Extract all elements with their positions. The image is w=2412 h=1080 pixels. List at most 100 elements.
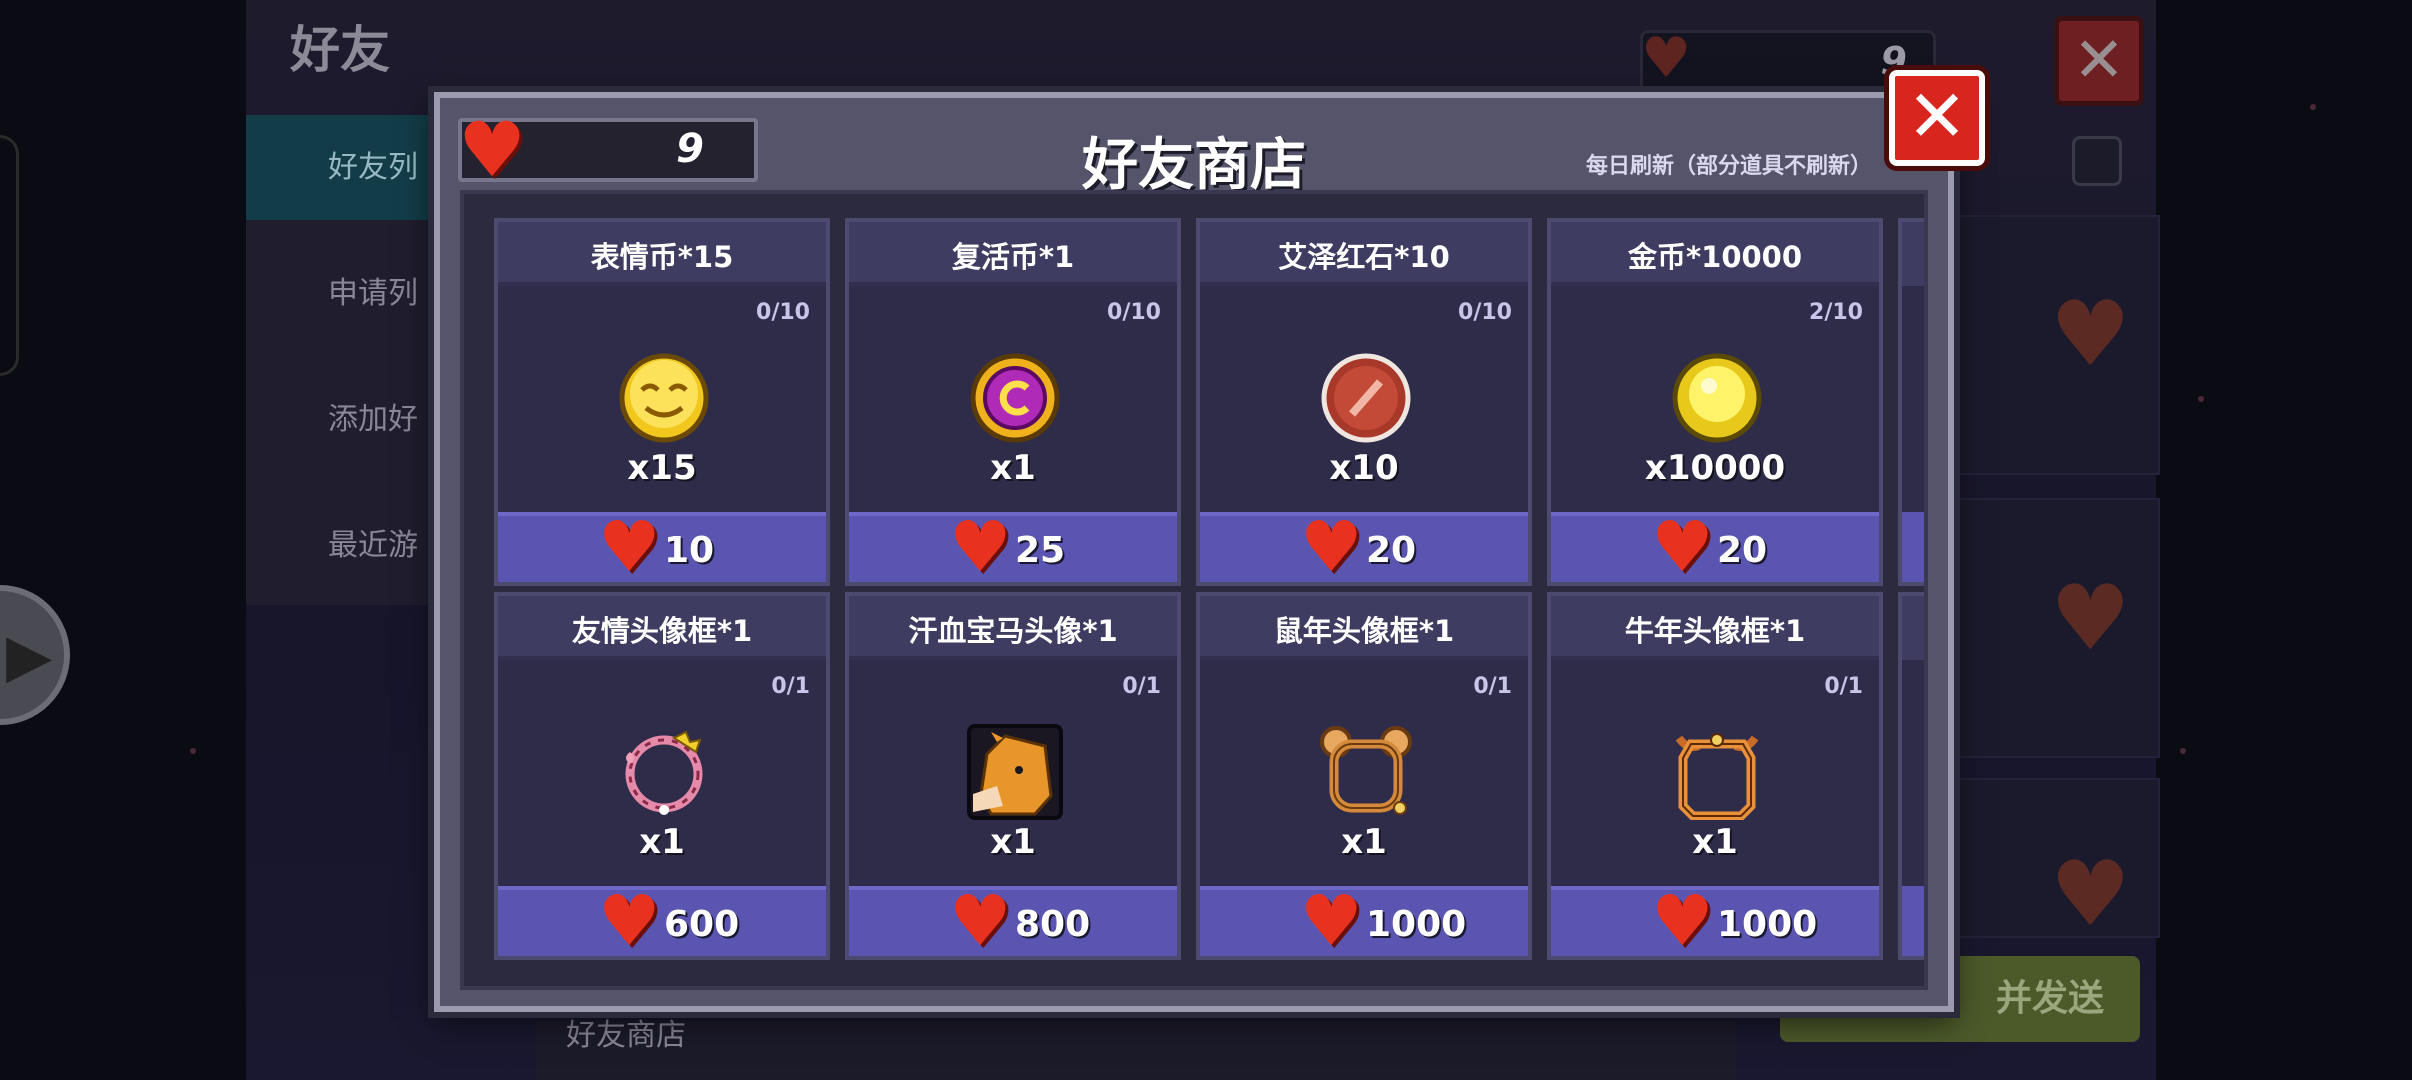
item-quantity: x10 — [1329, 448, 1399, 488]
item-price: 25 — [1015, 530, 1066, 571]
price-bar[interactable]: ♥ 10 — [498, 512, 826, 582]
friends-page-title: 好友 — [290, 21, 390, 79]
tab-request-list[interactable]: 申请列 — [246, 241, 436, 346]
price-bar[interactable]: ♥ 800 — [849, 886, 1177, 956]
heart-icon: ♥ — [1641, 26, 1692, 91]
revive-coin-icon — [970, 353, 1060, 443]
shop-item-card[interactable]: 友情头像框*1 0/1 x1 ♥ 600 — [494, 592, 830, 960]
rat-frame-icon — [1320, 726, 1412, 815]
purchase-limit: 0/1 — [1824, 674, 1863, 699]
shop-item-card[interactable]: 复活币*1 0/10 x1 ♥ 25 — [845, 218, 1181, 586]
ox-frame-icon — [1675, 733, 1759, 820]
heart-icon: ♥ — [1651, 880, 1714, 962]
close-icon: ✕ — [1906, 74, 1968, 158]
friend-shop-tab[interactable]: 好友商店 — [566, 1020, 686, 1052]
price-bar[interactable]: ♥ 20 — [1200, 512, 1528, 582]
heart-icon: ♥ — [1300, 880, 1363, 962]
item-quantity: x1 — [639, 822, 685, 862]
item-price: 600 — [664, 904, 740, 945]
purchase-limit: 0/10 — [1107, 300, 1161, 325]
shop-item-card-partial[interactable] — [1898, 218, 1924, 586]
price-bar — [1902, 512, 1924, 582]
tab-add-friend[interactable]: 添加好 — [246, 367, 436, 472]
emoji-coin-icon — [619, 353, 709, 443]
heart-icon: ♥ — [1651, 506, 1714, 588]
item-price: 1000 — [1366, 904, 1467, 945]
bg-close-button[interactable]: ✕ — [2054, 16, 2144, 106]
price-bar[interactable]: ♥ 600 — [498, 886, 826, 956]
background-star — [2198, 396, 2204, 402]
shop-item-card[interactable]: 金币*10000 2/10 x10000 ♥ 20 — [1547, 218, 1883, 586]
item-name-bar: 金币*10000 — [1551, 222, 1879, 286]
item-name: 复活币*1 — [951, 240, 1075, 274]
purchase-limit: 0/1 — [1122, 674, 1161, 699]
item-price: 20 — [1717, 530, 1768, 571]
item-name: 牛年头像框*1 — [1624, 614, 1806, 648]
shop-item-card-partial[interactable] — [1898, 592, 1924, 960]
item-quantity: x1 — [1692, 822, 1738, 862]
price-bar[interactable]: ♥ 1000 — [1551, 886, 1879, 956]
background-star — [2310, 104, 2316, 110]
heart-icon: ♥ — [1300, 506, 1363, 588]
item-name-bar: 鼠年头像框*1 — [1200, 596, 1528, 660]
friend-shop-dialog: ♥ 9 好友商店 每日刷新（部分道具不刷新） ✕ 表情币*15 0/10 x15… — [434, 70, 1985, 1012]
shop-item-card[interactable]: 汗血宝马头像*1 0/1 x1 ♥ 800 — [845, 592, 1181, 960]
gold-coin-icon — [1672, 353, 1762, 443]
background-star — [190, 748, 196, 754]
close-button[interactable]: ✕ — [1889, 70, 1985, 166]
shop-item-grid: 表情币*15 0/10 x15 ♥ 10 复活币*1 0/10 x1 ♥ 25 … — [460, 190, 1928, 990]
send-heart-icon: ♥ — [2050, 282, 2131, 387]
item-price: 10 — [664, 530, 715, 571]
arrow-right-icon: ▶ — [6, 621, 53, 691]
item-price: 20 — [1366, 530, 1417, 571]
item-name-bar: 友情头像框*1 — [498, 596, 826, 660]
item-name: 汗血宝马头像*1 — [908, 614, 1118, 648]
item-price: 1000 — [1717, 904, 1818, 945]
heart-icon: ♥ — [598, 880, 661, 962]
bg-friend-cards — [1950, 120, 2160, 938]
item-name: 表情币*15 — [590, 240, 734, 274]
purchase-limit: 0/10 — [1458, 300, 1512, 325]
friendship-frame-icon — [625, 730, 703, 815]
left-edge-notch — [0, 135, 19, 376]
price-bar[interactable]: ♥ 20 — [1551, 512, 1879, 582]
red-stone-icon — [1321, 353, 1411, 443]
bg-footer-bar: 好友商店 — [536, 1020, 1736, 1080]
shop-item-card[interactable]: 鼠年头像框*1 0/1 x1 ♥ 1000 — [1196, 592, 1532, 960]
expand-side-button[interactable]: ▶ — [0, 585, 70, 725]
price-bar — [1902, 886, 1924, 956]
item-name: 金币*10000 — [1627, 240, 1803, 274]
item-name-bar: 复活币*1 — [849, 222, 1177, 286]
item-name-bar: 艾泽红石*10 — [1200, 222, 1528, 286]
purchase-limit: 2/10 — [1809, 300, 1863, 325]
heart-icon: ♥ — [598, 506, 661, 588]
item-name-bar: 汗血宝马头像*1 — [849, 596, 1177, 660]
item-quantity: x1 — [990, 822, 1036, 862]
horse-avatar-icon — [967, 724, 1063, 820]
purchase-limit: 0/10 — [756, 300, 810, 325]
price-bar[interactable]: ♥ 1000 — [1200, 886, 1528, 956]
refresh-note: 每日刷新（部分道具不刷新） — [1585, 154, 1872, 179]
item-price: 800 — [1015, 904, 1091, 945]
tab-friend-list[interactable]: 好友列 — [246, 115, 436, 220]
background-star — [2180, 748, 2186, 754]
shop-item-card[interactable]: 牛年头像框*1 0/1 x1 ♥ 1000 — [1547, 592, 1883, 960]
send-heart-icon: ♥ — [2050, 566, 2131, 671]
item-quantity: x1 — [990, 448, 1036, 488]
heart-icon: ♥ — [949, 880, 1012, 962]
item-name-bar: 表情币*15 — [498, 222, 826, 286]
item-name-bar: 牛年头像框*1 — [1551, 596, 1879, 660]
tab-recent-players[interactable]: 最近游 — [246, 493, 436, 598]
shop-item-card[interactable]: 表情币*15 0/10 x15 ♥ 10 — [494, 218, 830, 586]
heart-icon: ♥ — [949, 506, 1012, 588]
shop-item-card[interactable]: 艾泽红石*10 0/10 x10 ♥ 20 — [1196, 218, 1532, 586]
send-heart-icon: ♥ — [2050, 842, 2131, 947]
item-name: 友情头像框*1 — [571, 614, 753, 648]
purchase-limit: 0/1 — [771, 674, 810, 699]
item-name-bar — [1902, 596, 1924, 660]
price-bar[interactable]: ♥ 25 — [849, 512, 1177, 582]
item-quantity: x10000 — [1644, 448, 1786, 488]
friends-sidebar: 好友列 申请列 添加好 最近游 — [246, 115, 436, 605]
item-quantity: x15 — [627, 448, 697, 488]
item-name: 鼠年头像框*1 — [1273, 614, 1455, 648]
